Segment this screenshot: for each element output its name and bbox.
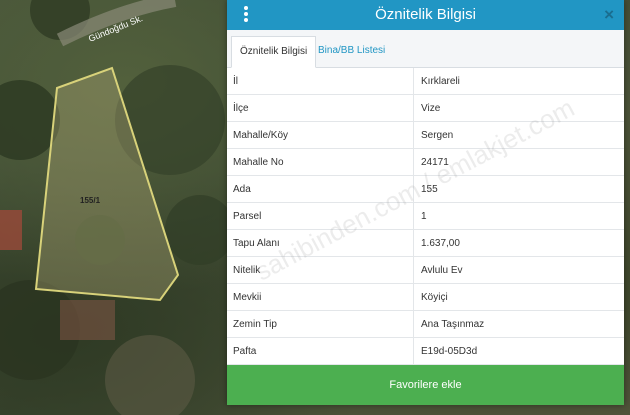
panel-header: Öznitelik Bilgisi × (227, 0, 624, 30)
attribute-value: E19d-05D3d (413, 337, 624, 365)
table-row: Tapu Alanı 1.637,00 (227, 229, 624, 257)
table-row: Mahalle No 24171 (227, 148, 624, 176)
attribute-key: Ada (227, 175, 414, 203)
add-favorite-button[interactable]: Favorilere ekle (227, 365, 624, 405)
table-row: Ada 155 (227, 175, 624, 203)
tab-bar: Öznitelik Bilgisi Bina/BB Listesi (227, 30, 624, 68)
table-row: İlçe Vize (227, 94, 624, 122)
table-row: Nitelik Avlulu Ev (227, 256, 624, 284)
building-roof (60, 300, 115, 340)
attribute-value: 24171 (413, 148, 624, 176)
attribute-key: Mevkii (227, 283, 414, 311)
attribute-key: İlçe (227, 94, 414, 122)
attribute-key: Tapu Alanı (227, 229, 414, 257)
attribute-value: Sergen (413, 121, 624, 149)
close-icon[interactable]: × (604, 4, 614, 26)
table-row: Zemin Tip Ana Taşınmaz (227, 310, 624, 338)
table-row: Mahalle/Köy Sergen (227, 121, 624, 149)
table-row: Pafta E19d-05D3d (227, 337, 624, 365)
attribute-table: İl Kırklareli İlçe Vize Mahalle/Köy Sergen Mah… (227, 68, 624, 365)
attribute-value: Vize (413, 94, 624, 122)
attribute-panel: Öznitelik Bilgisi × Öznitelik Bilgisi Bi… (227, 0, 624, 405)
attribute-key: Zemin Tip (227, 310, 414, 338)
building-roof (0, 210, 22, 250)
attribute-value: 155 (413, 175, 624, 203)
attribute-value: 1 (413, 202, 624, 230)
attribute-key: Mahalle/Köy (227, 121, 414, 149)
attribute-value: Ana Taşınmaz (413, 310, 624, 338)
attribute-key: Mahalle No (227, 148, 414, 176)
parcel-label: 155/1 (80, 196, 101, 205)
table-row: Parsel 1 (227, 202, 624, 230)
tab-building-list[interactable]: Bina/BB Listesi (310, 36, 393, 66)
attribute-key: Nitelik (227, 256, 414, 284)
attribute-key: İl (227, 68, 414, 95)
attribute-value: 1.637,00 (413, 229, 624, 257)
tab-attribute-info[interactable]: Öznitelik Bilgisi (231, 36, 317, 68)
attribute-value: Avlulu Ev (413, 256, 624, 284)
attribute-value: Kırklareli (413, 68, 624, 95)
attribute-key: Pafta (227, 337, 414, 365)
table-row: İl Kırklareli (227, 68, 624, 95)
table-row: Mevkii Köyiçi (227, 283, 624, 311)
panel-title: Öznitelik Bilgisi (375, 6, 476, 23)
attribute-key: Parsel (227, 202, 414, 230)
attribute-value: Köyiçi (413, 283, 624, 311)
